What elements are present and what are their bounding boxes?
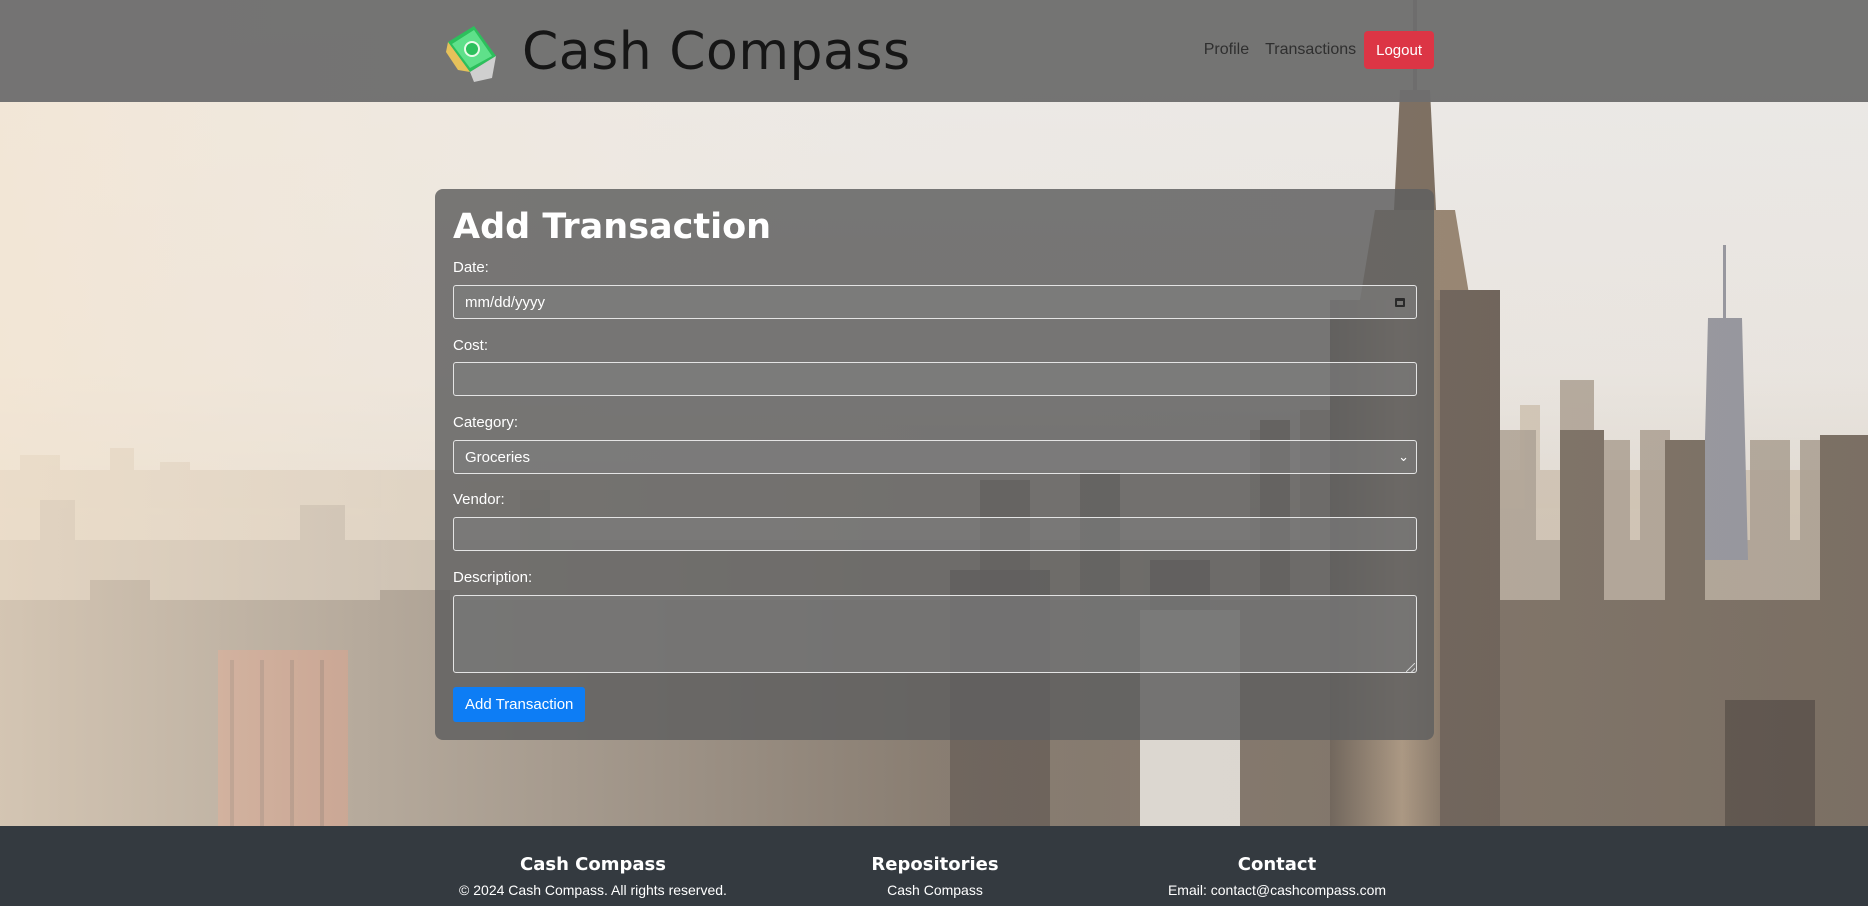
page: Cash Compass Profile Transactions Logout…: [0, 0, 1868, 906]
cost-label: Cost:: [453, 337, 489, 354]
calendar-icon[interactable]: [1395, 297, 1405, 307]
repository-link[interactable]: Cash Compass: [871, 882, 998, 898]
description-field[interactable]: [453, 595, 1417, 673]
footer-repositories-heading: Repositories: [871, 854, 999, 875]
footer-about-heading: Cash Compass: [520, 854, 666, 875]
footer-contact: Contact Email: contact@cashcompass.com: [1168, 854, 1386, 898]
form-title: Add Transaction: [453, 207, 772, 247]
resize-handle-icon[interactable]: [1406, 663, 1415, 672]
category-selected-value: Groceries: [465, 448, 531, 466]
footer-contact-heading: Contact: [1237, 854, 1317, 875]
brand-name: Cash Compass: [522, 22, 911, 82]
date-field[interactable]: mm/dd/yyyy: [453, 285, 1417, 319]
description-label: Description:: [453, 569, 533, 586]
category-select[interactable]: Groceries ⌄: [453, 440, 1417, 474]
nav-profile-link[interactable]: Profile: [1204, 33, 1249, 67]
brand[interactable]: Cash Compass: [444, 22, 911, 82]
date-label: Date:: [453, 259, 489, 276]
navbar: Cash Compass Profile Transactions Logout: [0, 0, 1868, 102]
category-label: Category:: [453, 414, 519, 431]
footer: Cash Compass © 2024 Cash Compass. All ri…: [0, 826, 1868, 906]
add-transaction-button[interactable]: Add Transaction: [453, 687, 586, 722]
vendor-field[interactable]: [453, 517, 1417, 551]
vendor-label: Vendor:: [453, 491, 505, 508]
description-wrapper: [435, 595, 1434, 673]
footer-about: Cash Compass © 2024 Cash Compass. All ri…: [459, 854, 727, 898]
cost-field[interactable]: [453, 362, 1417, 396]
nav-transactions-link[interactable]: Transactions: [1265, 33, 1356, 67]
copyright-text: © 2024 Cash Compass. All rights reserved…: [459, 882, 727, 898]
footer-repositories: Repositories Cash Compass: [871, 854, 998, 898]
contact-email[interactable]: Email: contact@cashcompass.com: [1168, 882, 1386, 898]
logout-button[interactable]: Logout: [1364, 31, 1434, 69]
nav-menu: Profile Transactions Logout: [1204, 31, 1434, 69]
chevron-down-icon: ⌄: [1398, 449, 1409, 464]
money-compass-logo-icon: [446, 26, 496, 82]
add-transaction-form: Add Transaction Date: mm/dd/yyyy Cost: C…: [435, 189, 1434, 740]
date-placeholder: mm/dd/yyyy: [465, 293, 546, 311]
